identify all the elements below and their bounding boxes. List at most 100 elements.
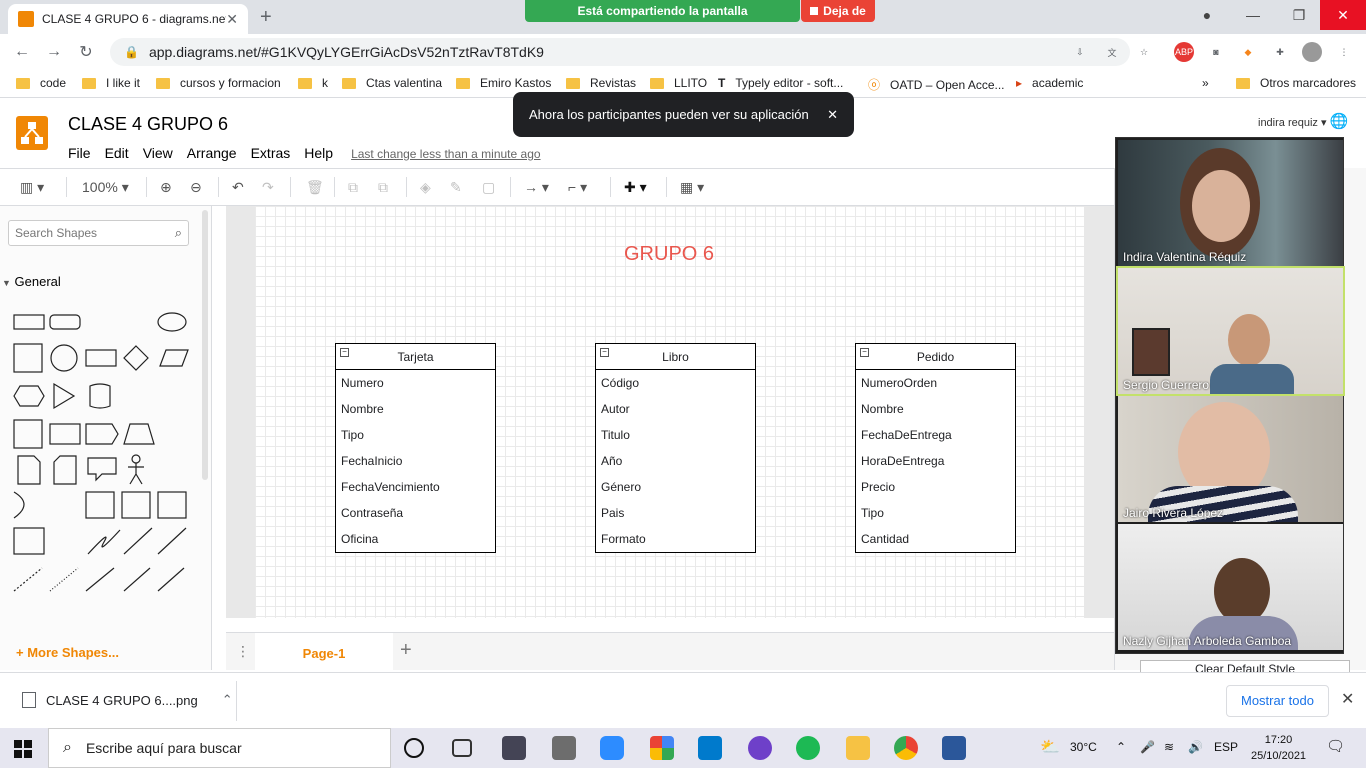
tray-overflow-icon[interactable]: ⌃	[1116, 740, 1126, 754]
minimize-button[interactable]: —	[1230, 0, 1276, 30]
entity-field[interactable]: Cantidad	[856, 526, 1015, 552]
chrome-icon[interactable]	[894, 736, 918, 760]
bookmark-star-icon[interactable]: ☆	[1134, 42, 1154, 62]
profile-dropdown-icon[interactable]: ●	[1184, 0, 1230, 30]
chrome-menu-icon[interactable]: ⋮	[1334, 42, 1354, 62]
collapse-icon[interactable]: −	[340, 348, 349, 357]
table-icon[interactable]: ▦ ▾	[680, 179, 704, 196]
entity-field[interactable]: Género	[596, 474, 755, 500]
lock-icon[interactable]: 🔒	[124, 45, 139, 59]
entity-field[interactable]: Nombre	[856, 396, 1015, 422]
install-icon[interactable]: ⇩	[1070, 42, 1090, 62]
tab-page-1[interactable]: Page-1	[255, 633, 393, 671]
participant-tile[interactable]: Nazly Gijhan Arboleda Gamboa	[1118, 524, 1343, 650]
bookmark-oatd[interactable]: ⓞ OATD – Open Acce...	[868, 76, 1005, 93]
entity-field[interactable]: Autor	[596, 396, 755, 422]
entity-field[interactable]: NumeroOrden	[856, 370, 1015, 396]
entity-pedido[interactable]: − Pedido NumeroOrden Nombre FechaDeEntreg…	[855, 343, 1016, 553]
temperature[interactable]: 30°C	[1070, 740, 1097, 754]
entity-header[interactable]: − Pedido	[856, 344, 1015, 370]
close-toast-icon[interactable]: ✕	[827, 107, 838, 123]
last-change-link[interactable]: Last change less than a minute ago	[351, 145, 540, 161]
zoom-in-icon[interactable]: ⊕	[160, 179, 172, 196]
profile-avatar[interactable]	[1302, 42, 1322, 62]
menu-edit[interactable]: Edit	[105, 145, 129, 161]
shape-palette[interactable]	[12, 306, 192, 599]
collapse-icon[interactable]: −	[860, 348, 869, 357]
entity-field[interactable]: Formato	[596, 526, 755, 552]
menu-help[interactable]: Help	[304, 145, 333, 161]
file-explorer-icon[interactable]	[846, 736, 870, 760]
add-page-icon[interactable]: +	[400, 639, 412, 662]
zoom-app-icon[interactable]	[600, 736, 624, 760]
entity-tarjeta[interactable]: − Tarjeta Numero Nombre Tipo FechaInicio …	[335, 343, 496, 553]
windows-start-icon[interactable]	[14, 740, 32, 758]
adblock-icon[interactable]: ABP	[1174, 42, 1194, 62]
shadow-icon[interactable]: ▢	[482, 179, 495, 196]
entity-field[interactable]: HoraDeEntrega	[856, 448, 1015, 474]
fill-color-icon[interactable]: ◈	[420, 179, 431, 196]
calculator-icon[interactable]	[552, 736, 576, 760]
participant-tile[interactable]: Sergio Guerrero	[1116, 266, 1345, 396]
bookmark-otros[interactable]: Otros marcadores	[1236, 76, 1356, 90]
entity-libro[interactable]: − Libro Código Autor Titulo Año Género Pa…	[595, 343, 756, 553]
close-tab-icon[interactable]: ✕	[226, 11, 238, 28]
entity-field[interactable]: Código	[596, 370, 755, 396]
system-clock[interactable]: 17:20 25/10/2021	[1251, 732, 1306, 764]
new-tab-button[interactable]: +	[260, 6, 272, 29]
globe-icon[interactable]: 🌐	[1330, 113, 1349, 130]
translate-icon[interactable]: 文	[1102, 42, 1122, 62]
diagram-canvas[interactable]: GRUPO 6 − Tarjeta Numero Nombre Tipo Fech…	[226, 206, 1114, 618]
entity-field[interactable]: Precio	[856, 474, 1015, 500]
entity-field[interactable]: Tipo	[856, 500, 1015, 526]
bookmark-emiro-kastos[interactable]: Emiro Kastos	[456, 76, 551, 90]
menu-extras[interactable]: Extras	[251, 145, 291, 161]
entity-field[interactable]: Numero	[336, 370, 495, 396]
entity-field[interactable]: Nombre	[336, 396, 495, 422]
bookmarks-overflow-icon[interactable]: »	[1202, 76, 1209, 90]
format-panel-toggle-icon[interactable]: ▥ ▾	[20, 179, 44, 196]
reload-icon[interactable]: ↻	[70, 42, 102, 62]
redo-icon[interactable]: ↷	[262, 179, 274, 196]
photos-app-icon[interactable]	[650, 736, 674, 760]
extensions-puzzle-icon[interactable]: ✚	[1270, 42, 1290, 62]
zoom-dropdown[interactable]: 100% ▾	[82, 179, 129, 196]
browser-tab[interactable]: CLASE 4 GRUPO 6 - diagrams.net ✕	[8, 4, 248, 34]
menu-view[interactable]: View	[143, 145, 173, 161]
clear-default-style-button[interactable]: Clear Default Style	[1140, 660, 1350, 672]
line-color-icon[interactable]: ✎	[450, 179, 462, 196]
close-downloads-icon[interactable]: ✕	[1341, 689, 1354, 709]
word-icon[interactable]	[942, 736, 966, 760]
participant-tile[interactable]: Indira Valentina Réquiz	[1118, 140, 1343, 266]
search-icon[interactable]: ⌕	[175, 225, 182, 241]
waypoints-icon[interactable]: ⌐ ▾	[568, 179, 587, 196]
diagram-title[interactable]: GRUPO 6	[624, 243, 714, 266]
forward-icon[interactable]: →	[38, 43, 70, 61]
github-desktop-icon[interactable]	[748, 736, 772, 760]
diagram-page[interactable]: GRUPO 6 − Tarjeta Numero Nombre Tipo Fech…	[255, 206, 1084, 618]
bookmark-code[interactable]: code	[16, 76, 66, 90]
participant-tile[interactable]: Jairo Rivera López	[1118, 396, 1343, 522]
entity-field[interactable]: Año	[596, 448, 755, 474]
stop-sharing-button[interactable]: Deja de	[801, 0, 875, 22]
search-shapes-input[interactable]: Search Shapes ⌕	[8, 220, 189, 246]
bookmark-k[interactable]: k	[298, 76, 328, 90]
entity-field[interactable]: Contraseña	[336, 500, 495, 526]
bookmark-revistas[interactable]: Revistas	[566, 76, 636, 90]
sidebar-scrollbar[interactable]	[202, 210, 208, 480]
bookmark-typely[interactable]: T Typely editor - soft...	[718, 76, 843, 90]
bookmark-ctas-valentina[interactable]: Ctas valentina	[342, 76, 442, 90]
restore-button[interactable]: ❐	[1276, 0, 1322, 30]
camera-extension-icon[interactable]: ◙	[1206, 42, 1226, 62]
download-item[interactable]: CLASE 4 GRUPO 6....png ⌃	[22, 692, 233, 708]
user-menu[interactable]: indira requiz ▾ 🌐	[1258, 112, 1348, 130]
metamask-icon[interactable]: ◆	[1238, 42, 1258, 62]
task-view-icon[interactable]	[452, 739, 472, 757]
bookmark-llito[interactable]: LLITO	[650, 76, 707, 90]
show-all-button[interactable]: Mostrar todo	[1226, 685, 1329, 717]
cortana-icon[interactable]	[404, 738, 424, 758]
bookmark-i-like-it[interactable]: I like it	[82, 76, 140, 90]
menu-file[interactable]: File	[68, 145, 91, 161]
notifications-icon[interactable]: 🗨	[1326, 737, 1345, 755]
back-icon[interactable]: ←	[6, 43, 38, 61]
